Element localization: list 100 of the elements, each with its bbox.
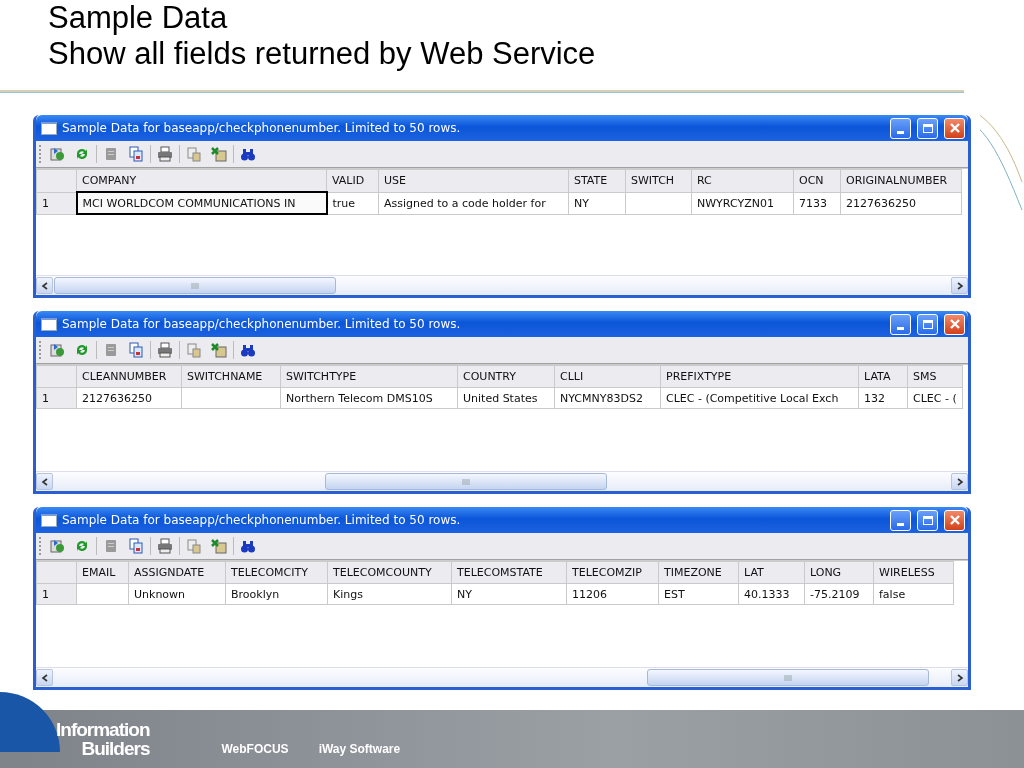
column-header[interactable]: LATA xyxy=(858,365,908,388)
column-header[interactable]: STATE xyxy=(568,169,626,192)
export-icon[interactable] xyxy=(49,538,65,554)
document-icon[interactable] xyxy=(103,146,119,162)
chevron-right-icon xyxy=(955,673,964,682)
copy-icon[interactable] xyxy=(128,538,144,554)
column-header[interactable]: OCN xyxy=(793,169,841,192)
copy-icon[interactable] xyxy=(128,146,144,162)
binoculars-icon[interactable] xyxy=(240,538,256,554)
column-header[interactable]: TIMEZONE xyxy=(658,561,739,584)
column-header[interactable]: CLEANNUMBER xyxy=(76,365,182,388)
print-icon[interactable] xyxy=(157,342,173,358)
scroll-left-button[interactable] xyxy=(36,473,53,490)
export-icon[interactable] xyxy=(49,342,65,358)
column-header[interactable]: TELECOMSTATE xyxy=(451,561,567,584)
table-cell: 2127636250 xyxy=(76,387,182,409)
scroll-right-button[interactable] xyxy=(951,669,968,686)
print-icon[interactable] xyxy=(157,538,173,554)
maximize-button[interactable] xyxy=(917,509,938,531)
window-icon xyxy=(41,317,57,331)
table-cell: NY xyxy=(451,583,567,605)
window-title: Sample Data for baseapp/checkphonenumber. Limited to 50 rows. xyxy=(62,317,461,331)
table-cell: 2127636250 xyxy=(840,192,962,214)
logo-text: Builders xyxy=(81,739,150,758)
binoculars-icon[interactable] xyxy=(240,146,256,162)
scroll-left-button[interactable] xyxy=(36,669,53,686)
table-cell: NYCMNY83DS2 xyxy=(554,387,661,409)
column-header[interactable]: USE xyxy=(378,169,569,192)
column-header[interactable]: TELECOMCOUNTY xyxy=(327,561,452,584)
column-header[interactable]: LONG xyxy=(804,561,874,584)
document-icon[interactable] xyxy=(103,538,119,554)
table-cell: MCI WORLDCOM COMMUNICATIONS IN xyxy=(76,192,327,214)
scroll-right-button[interactable] xyxy=(951,473,968,490)
column-header[interactable]: VALID xyxy=(326,169,379,192)
refresh-icon[interactable] xyxy=(74,538,90,554)
grip-icon xyxy=(191,282,199,289)
close-button[interactable] xyxy=(944,117,965,139)
scroll-right-button[interactable] xyxy=(951,277,968,294)
minimize-button[interactable] xyxy=(890,117,911,139)
close-icon xyxy=(948,122,961,134)
chevron-left-icon xyxy=(40,673,49,682)
scroll-left-button[interactable] xyxy=(36,277,53,294)
column-header[interactable]: TELECOMCITY xyxy=(225,561,328,584)
maximize-button[interactable] xyxy=(917,117,938,139)
close-button[interactable] xyxy=(944,313,965,335)
row-number: 1 xyxy=(36,192,77,214)
column-header[interactable]: WIRELESS xyxy=(873,561,954,584)
horizontal-scrollbar[interactable] xyxy=(36,275,968,295)
column-header[interactable]: SWITCHTYPE xyxy=(280,365,458,388)
table-cell: CLEC - ( xyxy=(907,387,963,409)
column-header[interactable]: ORIGINALNUMBER xyxy=(840,169,962,192)
table-cell: Assigned to a code holder for xyxy=(378,192,569,214)
table-cell: -75.2109 xyxy=(804,583,874,605)
horizontal-scrollbar[interactable] xyxy=(36,667,968,687)
scrollbar-thumb[interactable] xyxy=(325,473,607,490)
close-button[interactable] xyxy=(944,509,965,531)
column-header[interactable]: SWITCHNAME xyxy=(181,365,281,388)
document-icon[interactable] xyxy=(103,342,119,358)
export-icon[interactable] xyxy=(49,146,65,162)
spreadsheet-icon[interactable] xyxy=(211,146,227,162)
column-header[interactable]: SMS xyxy=(907,365,963,388)
print-icon[interactable] xyxy=(157,146,173,162)
column-header[interactable]: SWITCH xyxy=(625,169,692,192)
window-icon xyxy=(41,121,57,135)
copy-icon[interactable] xyxy=(128,342,144,358)
chevron-right-icon xyxy=(955,281,964,290)
column-header[interactable]: EMAIL xyxy=(76,561,129,584)
window-title: Sample Data for baseapp/checkphonenumber. Limited to 50 rows. xyxy=(62,121,461,135)
spreadsheet-icon[interactable] xyxy=(211,342,227,358)
slide-title: Sample Data xyxy=(48,0,229,36)
column-header[interactable]: TELECOMZIP xyxy=(566,561,659,584)
product-name: iWay Software xyxy=(318,742,401,756)
chevron-right-icon xyxy=(955,477,964,486)
column-header[interactable]: RC xyxy=(691,169,794,192)
table-cell: 132 xyxy=(858,387,908,409)
spreadsheet-icon[interactable] xyxy=(211,538,227,554)
horizontal-scrollbar[interactable] xyxy=(36,471,968,491)
table-cell: NY xyxy=(568,192,626,214)
column-header[interactable]: COUNTRY xyxy=(457,365,555,388)
maximize-button[interactable] xyxy=(917,313,938,335)
table-cell: Brooklyn xyxy=(225,583,328,605)
scrollbar-thumb[interactable] xyxy=(54,277,336,294)
column-header[interactable]: ASSIGNDATE xyxy=(128,561,226,584)
minimize-button[interactable] xyxy=(890,313,911,335)
refresh-icon[interactable] xyxy=(74,146,90,162)
minimize-button[interactable] xyxy=(890,509,911,531)
table-cell: CLEC - (Competitive Local Exch xyxy=(660,387,859,409)
grip-icon xyxy=(462,478,470,485)
refresh-icon[interactable] xyxy=(74,342,90,358)
close-icon xyxy=(948,318,961,330)
column-header[interactable]: COMPANY xyxy=(76,169,327,192)
table-cell: Unknown xyxy=(128,583,226,605)
column-header[interactable]: CLLI xyxy=(554,365,661,388)
column-header[interactable]: LAT xyxy=(738,561,805,584)
table-cell: NWYRCYZN01 xyxy=(691,192,794,214)
column-header[interactable]: PREFIXTYPE xyxy=(660,365,859,388)
scrollbar-thumb[interactable] xyxy=(647,669,929,686)
binoculars-icon[interactable] xyxy=(240,342,256,358)
table-cell: true xyxy=(326,192,379,214)
table-cell: United States xyxy=(457,387,555,409)
